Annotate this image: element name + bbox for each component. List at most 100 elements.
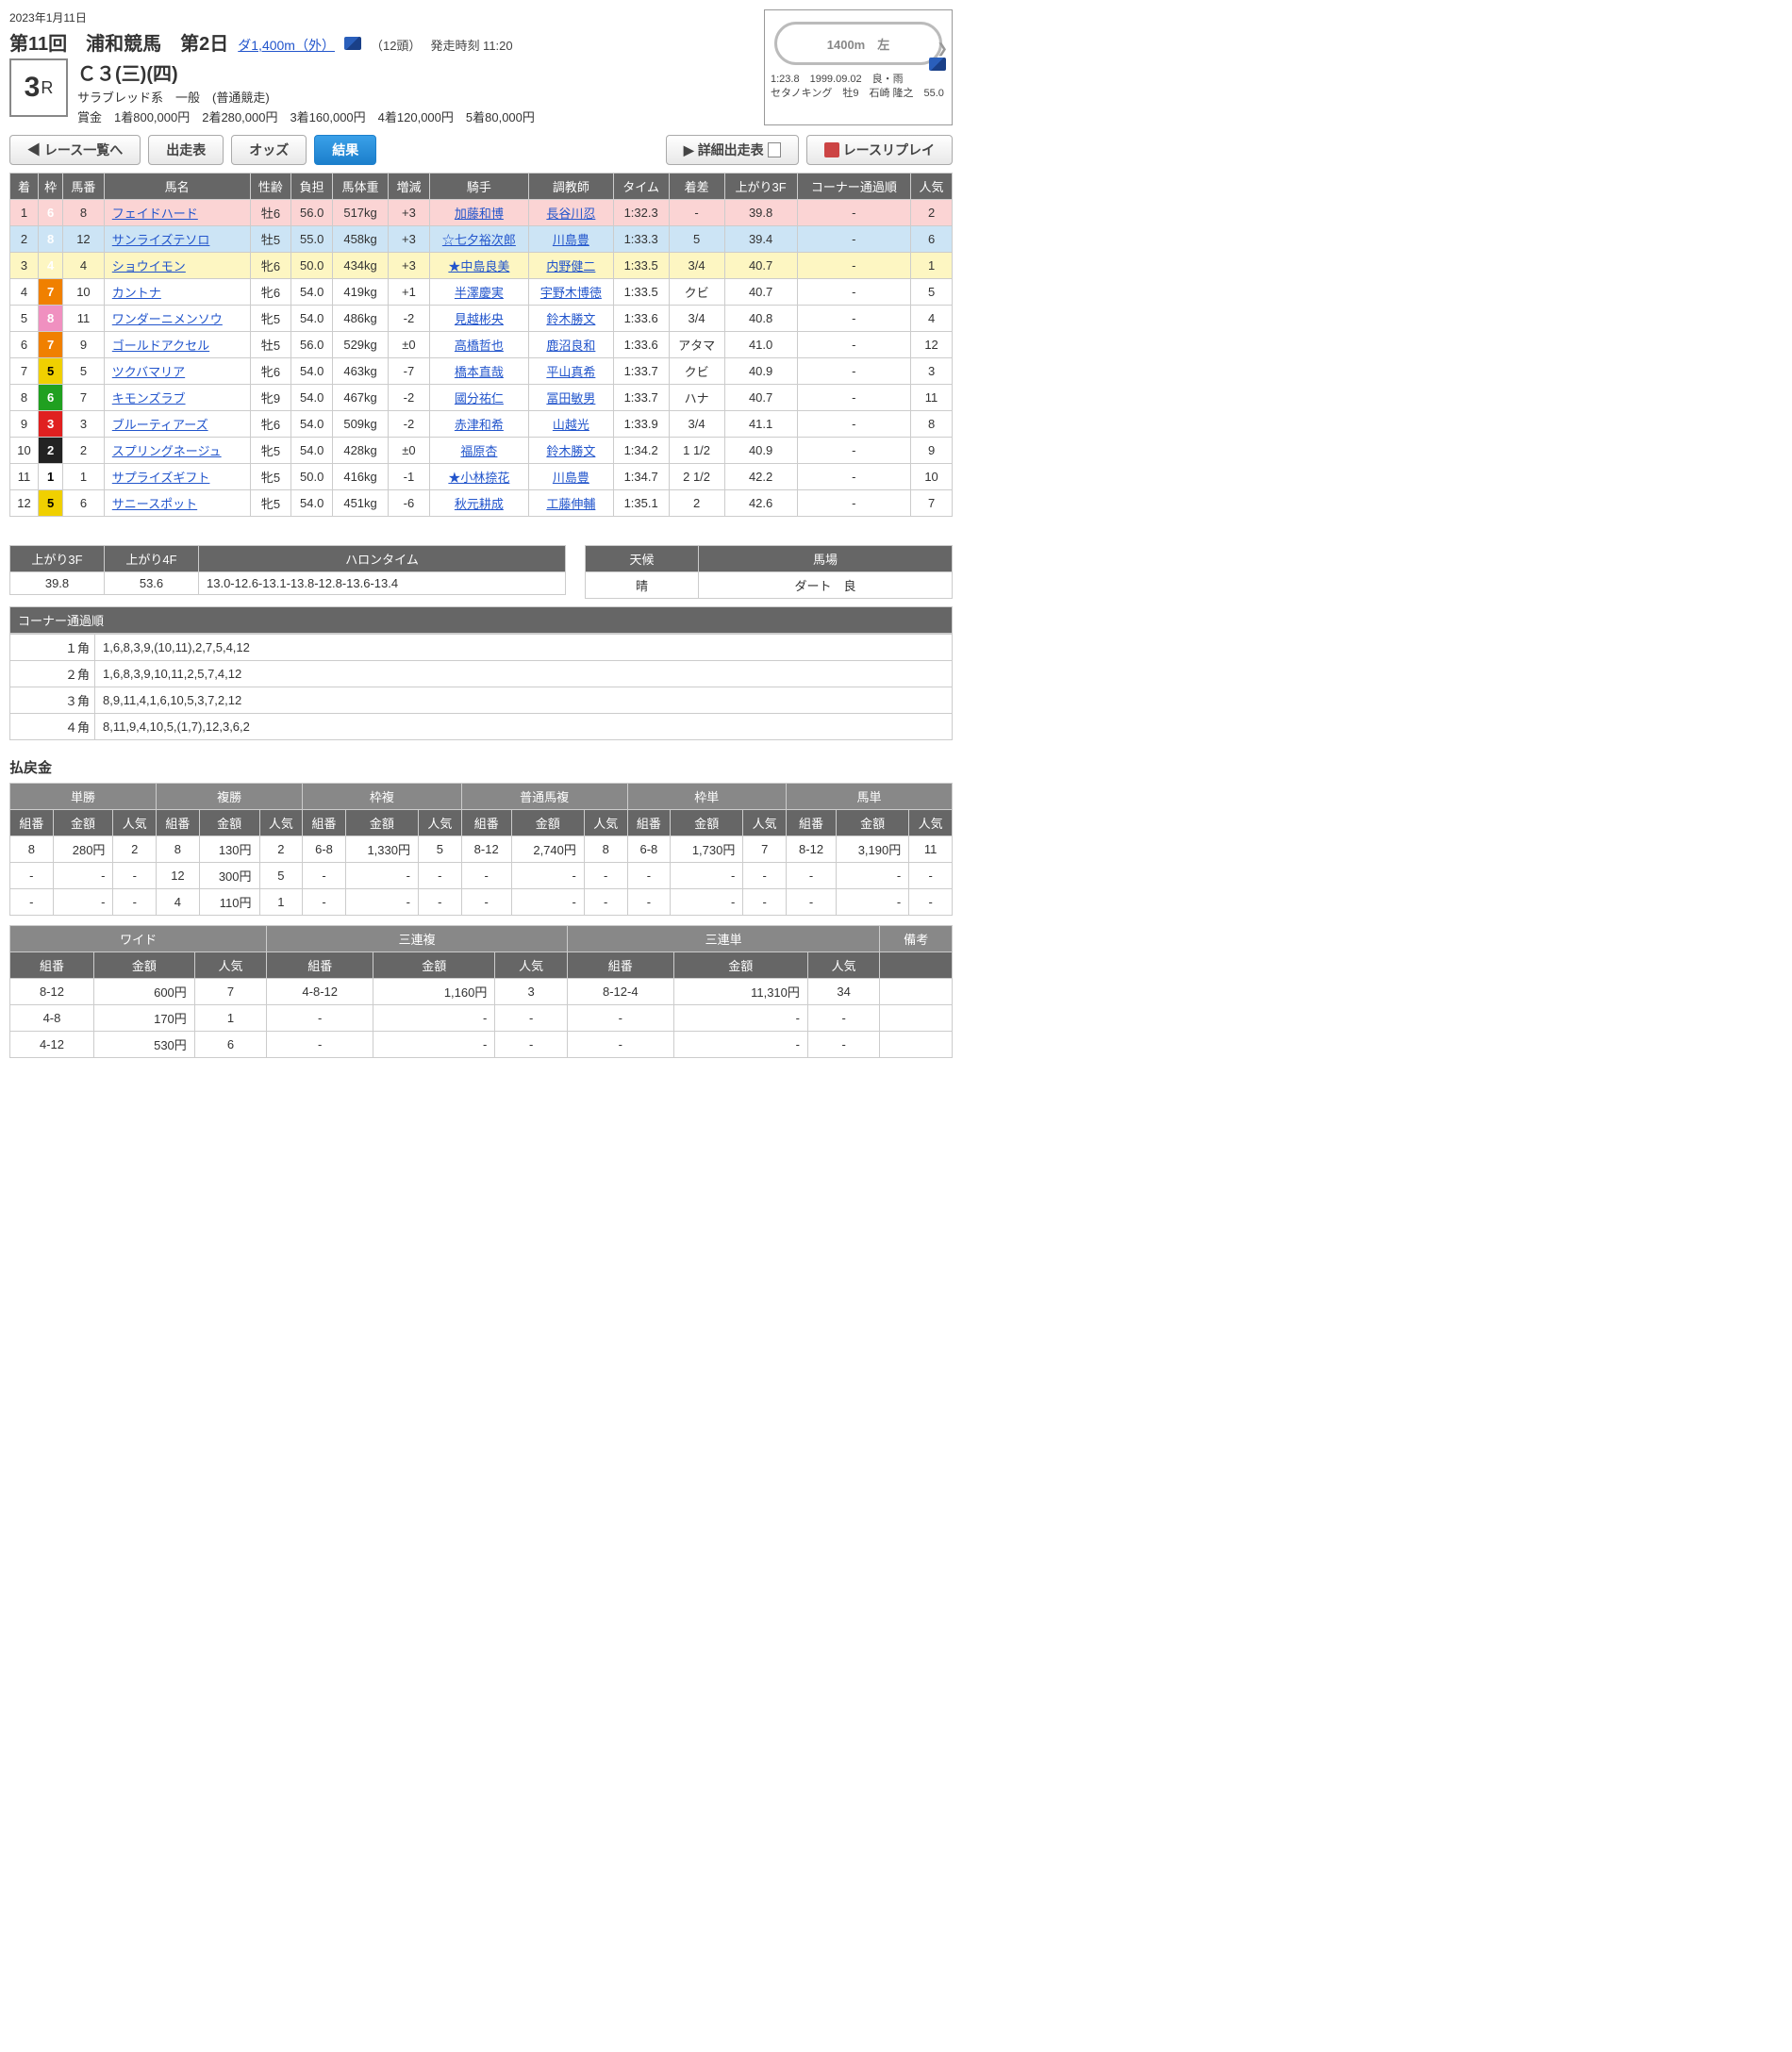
jockey-link[interactable]: 福原杏 <box>460 444 497 458</box>
chevron-right-icon[interactable]: ❯ <box>937 41 948 57</box>
cell-rank: 6 <box>10 332 39 358</box>
payout-pop: 2 <box>113 836 157 863</box>
cell-corner: - <box>797 411 911 438</box>
cell-corner: - <box>797 332 911 358</box>
payout-combo: 8-12 <box>461 836 511 863</box>
jockey-link[interactable]: ★小林捺花 <box>448 471 509 485</box>
payout-sub: 人気 <box>909 810 953 836</box>
horse-link[interactable]: ショウイモン <box>112 259 186 273</box>
cell-num: 2 <box>63 438 105 464</box>
trainer-link[interactable]: 川島豊 <box>553 233 589 247</box>
payout-combo: - <box>267 1032 373 1058</box>
cell-wt: 54.0 <box>291 438 333 464</box>
cell-pop: 1 <box>911 253 953 279</box>
results-row: 867キモンズラブ牝954.0467kg-2國分祐仁冨田敏男1:33.7ハナ40… <box>10 385 953 411</box>
cell-wt: 54.0 <box>291 385 333 411</box>
payout-pop: 1 <box>259 889 303 916</box>
trainer-link[interactable]: 川島豊 <box>553 471 589 485</box>
cell-jockey: 秋元耕成 <box>429 490 528 517</box>
cell-horse: サニースポット <box>104 490 250 517</box>
horse-link[interactable]: カントナ <box>112 286 161 300</box>
cell-bw: 509kg <box>333 411 389 438</box>
horse-link[interactable]: ブルーティアーズ <box>112 418 208 432</box>
course-link[interactable]: ダ1,400m（外） <box>238 36 335 55</box>
horse-link[interactable]: キモンズラブ <box>112 391 186 405</box>
payout-table-1: 単勝複勝枠複普通馬複枠単馬単 組番金額人気組番金額人気組番金額人気組番金額人気組… <box>9 783 953 916</box>
trainer-link[interactable]: 平山真希 <box>546 365 595 379</box>
kaisai-title: 第11回 浦和競馬 第2日 <box>9 28 228 56</box>
payout-amount: - <box>511 889 584 916</box>
payout-cat: 枠複 <box>303 784 461 810</box>
cell-trainer: 川島豊 <box>528 464 613 490</box>
horse-link[interactable]: ツクバマリア <box>112 365 185 379</box>
horse-link[interactable]: スプリングネージュ <box>112 444 222 458</box>
results-button[interactable]: 結果 <box>314 135 376 165</box>
cell-num: 1 <box>63 464 105 490</box>
jockey-link[interactable]: 高橋哲也 <box>455 339 504 353</box>
trainer-link[interactable]: 山越光 <box>553 418 589 432</box>
payout-cat: 馬単 <box>787 784 953 810</box>
cell-sex: 牡6 <box>250 200 291 226</box>
cell-time: 1:33.6 <box>613 306 669 332</box>
payout-combo: - <box>627 889 671 916</box>
trainer-link[interactable]: 宇野木博徳 <box>540 286 602 300</box>
horse-link[interactable]: サニースポット <box>112 497 197 511</box>
horse-link[interactable]: フェイドハード <box>112 207 198 221</box>
cell-horse: ブルーティアーズ <box>104 411 250 438</box>
jockey-link[interactable]: 橋本直哉 <box>455 365 504 379</box>
results-header-cell: 枠 <box>39 174 63 200</box>
jockey-link[interactable]: ★中島良美 <box>448 259 509 273</box>
payout-combo: - <box>10 889 54 916</box>
horse-link[interactable]: ゴールドアクセル <box>112 339 209 353</box>
trainer-link[interactable]: 内野健二 <box>546 259 595 273</box>
jockey-link[interactable]: ☆七夕裕次郎 <box>442 233 516 247</box>
detail-entries-button[interactable]: ▶ 詳細出走表 <box>666 135 799 165</box>
jockey-link[interactable]: 赤津和希 <box>455 418 504 432</box>
horse-link[interactable]: サプライズギフト <box>112 471 210 485</box>
cell-margin: クビ <box>669 358 724 385</box>
corner-order: 1,6,8,3,9,10,11,2,5,7,4,12 <box>95 661 953 687</box>
trainer-link[interactable]: 長谷川忍 <box>546 207 595 221</box>
odds-button[interactable]: オッズ <box>231 135 307 165</box>
jockey-link[interactable]: 加藤和博 <box>455 207 504 221</box>
horse-link[interactable]: サンライズテソロ <box>112 233 210 247</box>
trainer-link[interactable]: 工藤伸輔 <box>546 497 595 511</box>
cell-trainer: 冨田敏男 <box>528 385 613 411</box>
results-row: 344ショウイモン牝650.0434kg+3★中島良美内野健二1:33.53/4… <box>10 253 953 279</box>
cell-rank: 10 <box>10 438 39 464</box>
entries-button[interactable]: 出走表 <box>148 135 224 165</box>
jockey-link[interactable]: 國分祐仁 <box>455 391 504 405</box>
race-replay-button[interactable]: レースリプレイ <box>806 135 953 165</box>
back-button[interactable]: ◀ レース一覧へ <box>9 135 141 165</box>
trainer-link[interactable]: 鈴木勝文 <box>546 444 595 458</box>
cell-pop: 2 <box>911 200 953 226</box>
cell-diff: -2 <box>389 411 430 438</box>
trainer-link[interactable]: 鹿沼良和 <box>546 339 595 353</box>
results-header-cell: 馬名 <box>104 174 250 200</box>
cell-diff: +3 <box>389 226 430 253</box>
payout-pop: 3 <box>495 979 568 1005</box>
payout-cat: 複勝 <box>157 784 303 810</box>
payout-amount: 3,190円 <box>837 836 909 863</box>
cell-num: 7 <box>63 385 105 411</box>
payout-sub: 組番 <box>567 952 673 979</box>
cell-sex: 牝5 <box>250 438 291 464</box>
cell-time: 1:33.5 <box>613 279 669 306</box>
payout-pop: 11 <box>909 836 953 863</box>
jockey-link[interactable]: 秋元耕成 <box>455 497 504 511</box>
trainer-link[interactable]: 鈴木勝文 <box>546 312 595 326</box>
payout-pop: 34 <box>807 979 880 1005</box>
results-row: 755ツクバマリア牝654.0463kg-7橋本直哉平山真希1:33.7クビ40… <box>10 358 953 385</box>
payout-combo: 8 <box>157 836 200 863</box>
results-table: 着枠馬番馬名性齢負担馬体重増減騎手調教師タイム着差上がり3Fコーナー通過順人気 … <box>9 173 953 517</box>
payout-combo: - <box>787 889 837 916</box>
trainer-link[interactable]: 冨田敏男 <box>546 391 595 405</box>
payout-sub: 金額 <box>93 952 194 979</box>
horse-link[interactable]: ワンダーニメンソウ <box>112 312 223 326</box>
results-header-cell: コーナー通過順 <box>797 174 911 200</box>
jockey-link[interactable]: 見越彬央 <box>455 312 504 326</box>
cell-waku: 6 <box>39 200 63 226</box>
payout-row: ---12300円5------------ <box>10 863 953 889</box>
jockey-link[interactable]: 半澤慶実 <box>455 286 504 300</box>
payout-pop: 2 <box>259 836 303 863</box>
